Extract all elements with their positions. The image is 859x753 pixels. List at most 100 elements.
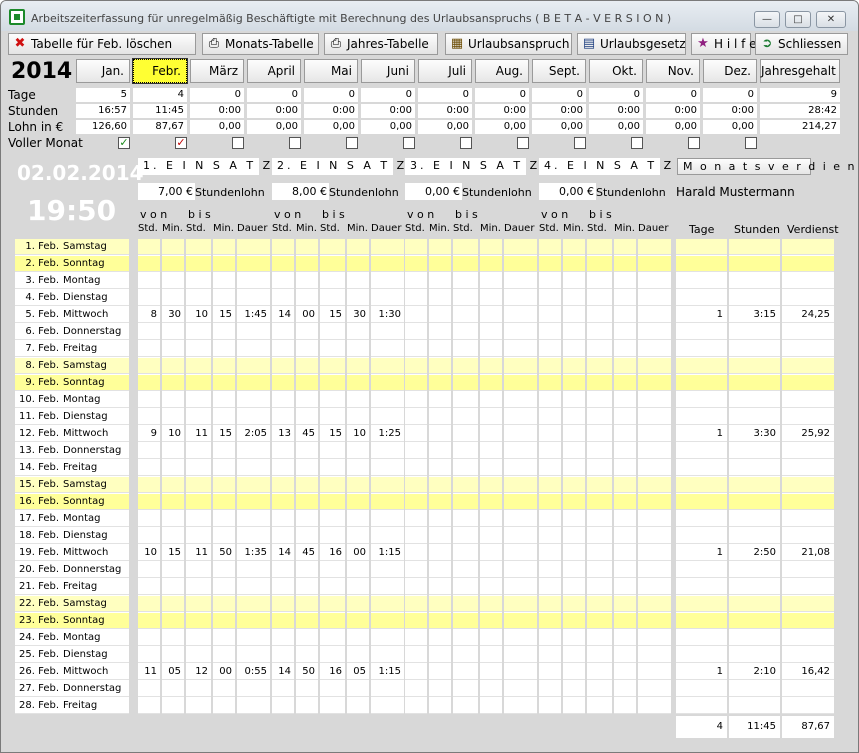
time-entry-cell[interactable]: [186, 324, 211, 340]
time-entry-cell[interactable]: [213, 460, 235, 476]
time-entry-cell[interactable]: [453, 375, 478, 391]
time-entry-cell[interactable]: [405, 630, 427, 646]
time-entry-cell[interactable]: [480, 426, 502, 442]
time-entry-cell[interactable]: [638, 664, 671, 680]
time-entry-cell[interactable]: [405, 409, 427, 425]
time-entry-cell[interactable]: [272, 681, 294, 697]
time-entry-cell[interactable]: [453, 477, 478, 493]
time-entry-cell[interactable]: [453, 664, 478, 680]
time-entry-cell[interactable]: [162, 358, 184, 374]
time-entry-cell[interactable]: [186, 273, 211, 289]
time-entry-cell[interactable]: [504, 698, 537, 714]
time-entry-cell[interactable]: [237, 290, 270, 306]
time-entry-cell[interactable]: [638, 562, 671, 578]
time-entry-cell[interactable]: [429, 630, 451, 646]
time-entry-cell[interactable]: [563, 239, 585, 255]
time-entry-cell[interactable]: [213, 579, 235, 595]
time-entry-cell[interactable]: [480, 630, 502, 646]
time-entry-cell[interactable]: [272, 392, 294, 408]
time-entry-cell[interactable]: [504, 579, 537, 595]
time-entry-cell[interactable]: [162, 239, 184, 255]
time-entry-cell[interactable]: [320, 613, 345, 629]
time-entry-cell[interactable]: [347, 358, 369, 374]
time-entry-cell[interactable]: [614, 562, 636, 578]
time-entry-cell[interactable]: [186, 477, 211, 493]
time-entry-cell[interactable]: [320, 273, 345, 289]
time-entry-cell[interactable]: [638, 290, 671, 306]
time-entry-cell[interactable]: [186, 375, 211, 391]
time-entry-cell[interactable]: [186, 409, 211, 425]
time-entry-cell[interactable]: [480, 477, 502, 493]
time-entry-cell[interactable]: [213, 562, 235, 578]
time-entry-cell[interactable]: [296, 256, 318, 272]
time-entry-cell[interactable]: [272, 477, 294, 493]
time-entry-cell[interactable]: [296, 613, 318, 629]
time-entry-cell[interactable]: [638, 256, 671, 272]
time-entry-cell[interactable]: [162, 528, 184, 544]
time-entry-cell[interactable]: [405, 528, 427, 544]
time-entry-cell[interactable]: 12: [186, 664, 211, 680]
time-entry-cell[interactable]: 1:25: [371, 426, 404, 442]
time-entry-cell[interactable]: [138, 392, 160, 408]
time-entry-cell[interactable]: 16: [320, 664, 345, 680]
time-entry-cell[interactable]: [186, 290, 211, 306]
full-month-checkbox-9[interactable]: [574, 137, 586, 149]
time-entry-cell[interactable]: 13: [272, 426, 294, 442]
time-entry-cell[interactable]: [453, 256, 478, 272]
time-entry-cell[interactable]: [296, 273, 318, 289]
time-entry-cell[interactable]: [237, 698, 270, 714]
time-entry-cell[interactable]: [347, 375, 369, 391]
time-entry-cell[interactable]: [480, 324, 502, 340]
time-entry-cell[interactable]: [638, 324, 671, 340]
time-entry-cell[interactable]: 1:15: [371, 664, 404, 680]
time-entry-cell[interactable]: [186, 392, 211, 408]
time-entry-cell[interactable]: [429, 579, 451, 595]
time-entry-cell[interactable]: [587, 324, 612, 340]
time-entry-cell[interactable]: [563, 256, 585, 272]
time-entry-cell[interactable]: [563, 698, 585, 714]
time-entry-cell[interactable]: [429, 341, 451, 357]
time-entry-cell[interactable]: [272, 613, 294, 629]
time-entry-cell[interactable]: [162, 511, 184, 527]
time-entry-cell[interactable]: 14: [272, 664, 294, 680]
time-entry-cell[interactable]: [320, 596, 345, 612]
full-month-checkbox-3[interactable]: [232, 137, 244, 149]
time-entry-cell[interactable]: [213, 511, 235, 527]
time-entry-cell[interactable]: [453, 341, 478, 357]
time-entry-cell[interactable]: [539, 409, 561, 425]
time-entry-cell[interactable]: [638, 460, 671, 476]
time-entry-cell[interactable]: [504, 307, 537, 323]
time-entry-cell[interactable]: [138, 579, 160, 595]
time-entry-cell[interactable]: [539, 545, 561, 561]
time-entry-cell[interactable]: [429, 324, 451, 340]
time-entry-cell[interactable]: [614, 273, 636, 289]
time-entry-cell[interactable]: 1:15: [371, 545, 404, 561]
time-entry-cell[interactable]: [371, 358, 404, 374]
time-entry-cell[interactable]: [371, 596, 404, 612]
time-entry-cell[interactable]: [371, 511, 404, 527]
time-entry-cell[interactable]: 8: [138, 307, 160, 323]
time-entry-cell[interactable]: [563, 290, 585, 306]
time-entry-cell[interactable]: [614, 307, 636, 323]
time-entry-cell[interactable]: [186, 239, 211, 255]
time-entry-cell[interactable]: [162, 647, 184, 663]
time-entry-cell[interactable]: [405, 596, 427, 612]
time-entry-cell[interactable]: [563, 426, 585, 442]
time-entry-cell[interactable]: [162, 613, 184, 629]
time-entry-cell[interactable]: [405, 426, 427, 442]
time-entry-cell[interactable]: [371, 375, 404, 391]
time-entry-cell[interactable]: [272, 375, 294, 391]
time-entry-cell[interactable]: [429, 290, 451, 306]
time-entry-cell[interactable]: [213, 443, 235, 459]
time-entry-cell[interactable]: [371, 494, 404, 510]
month-table-button[interactable]: ⎙ Monats-Tabelle: [202, 33, 319, 55]
time-entry-cell[interactable]: [213, 630, 235, 646]
time-entry-cell[interactable]: 15: [213, 426, 235, 442]
month-button-7[interactable]: Juli: [418, 59, 472, 83]
time-entry-cell[interactable]: [504, 290, 537, 306]
time-entry-cell[interactable]: [539, 477, 561, 493]
time-entry-cell[interactable]: [563, 392, 585, 408]
time-entry-cell[interactable]: 1:35: [237, 545, 270, 561]
clear-table-button[interactable]: ✖ Tabelle für Feb. löschen: [8, 33, 196, 55]
time-entry-cell[interactable]: [504, 477, 537, 493]
